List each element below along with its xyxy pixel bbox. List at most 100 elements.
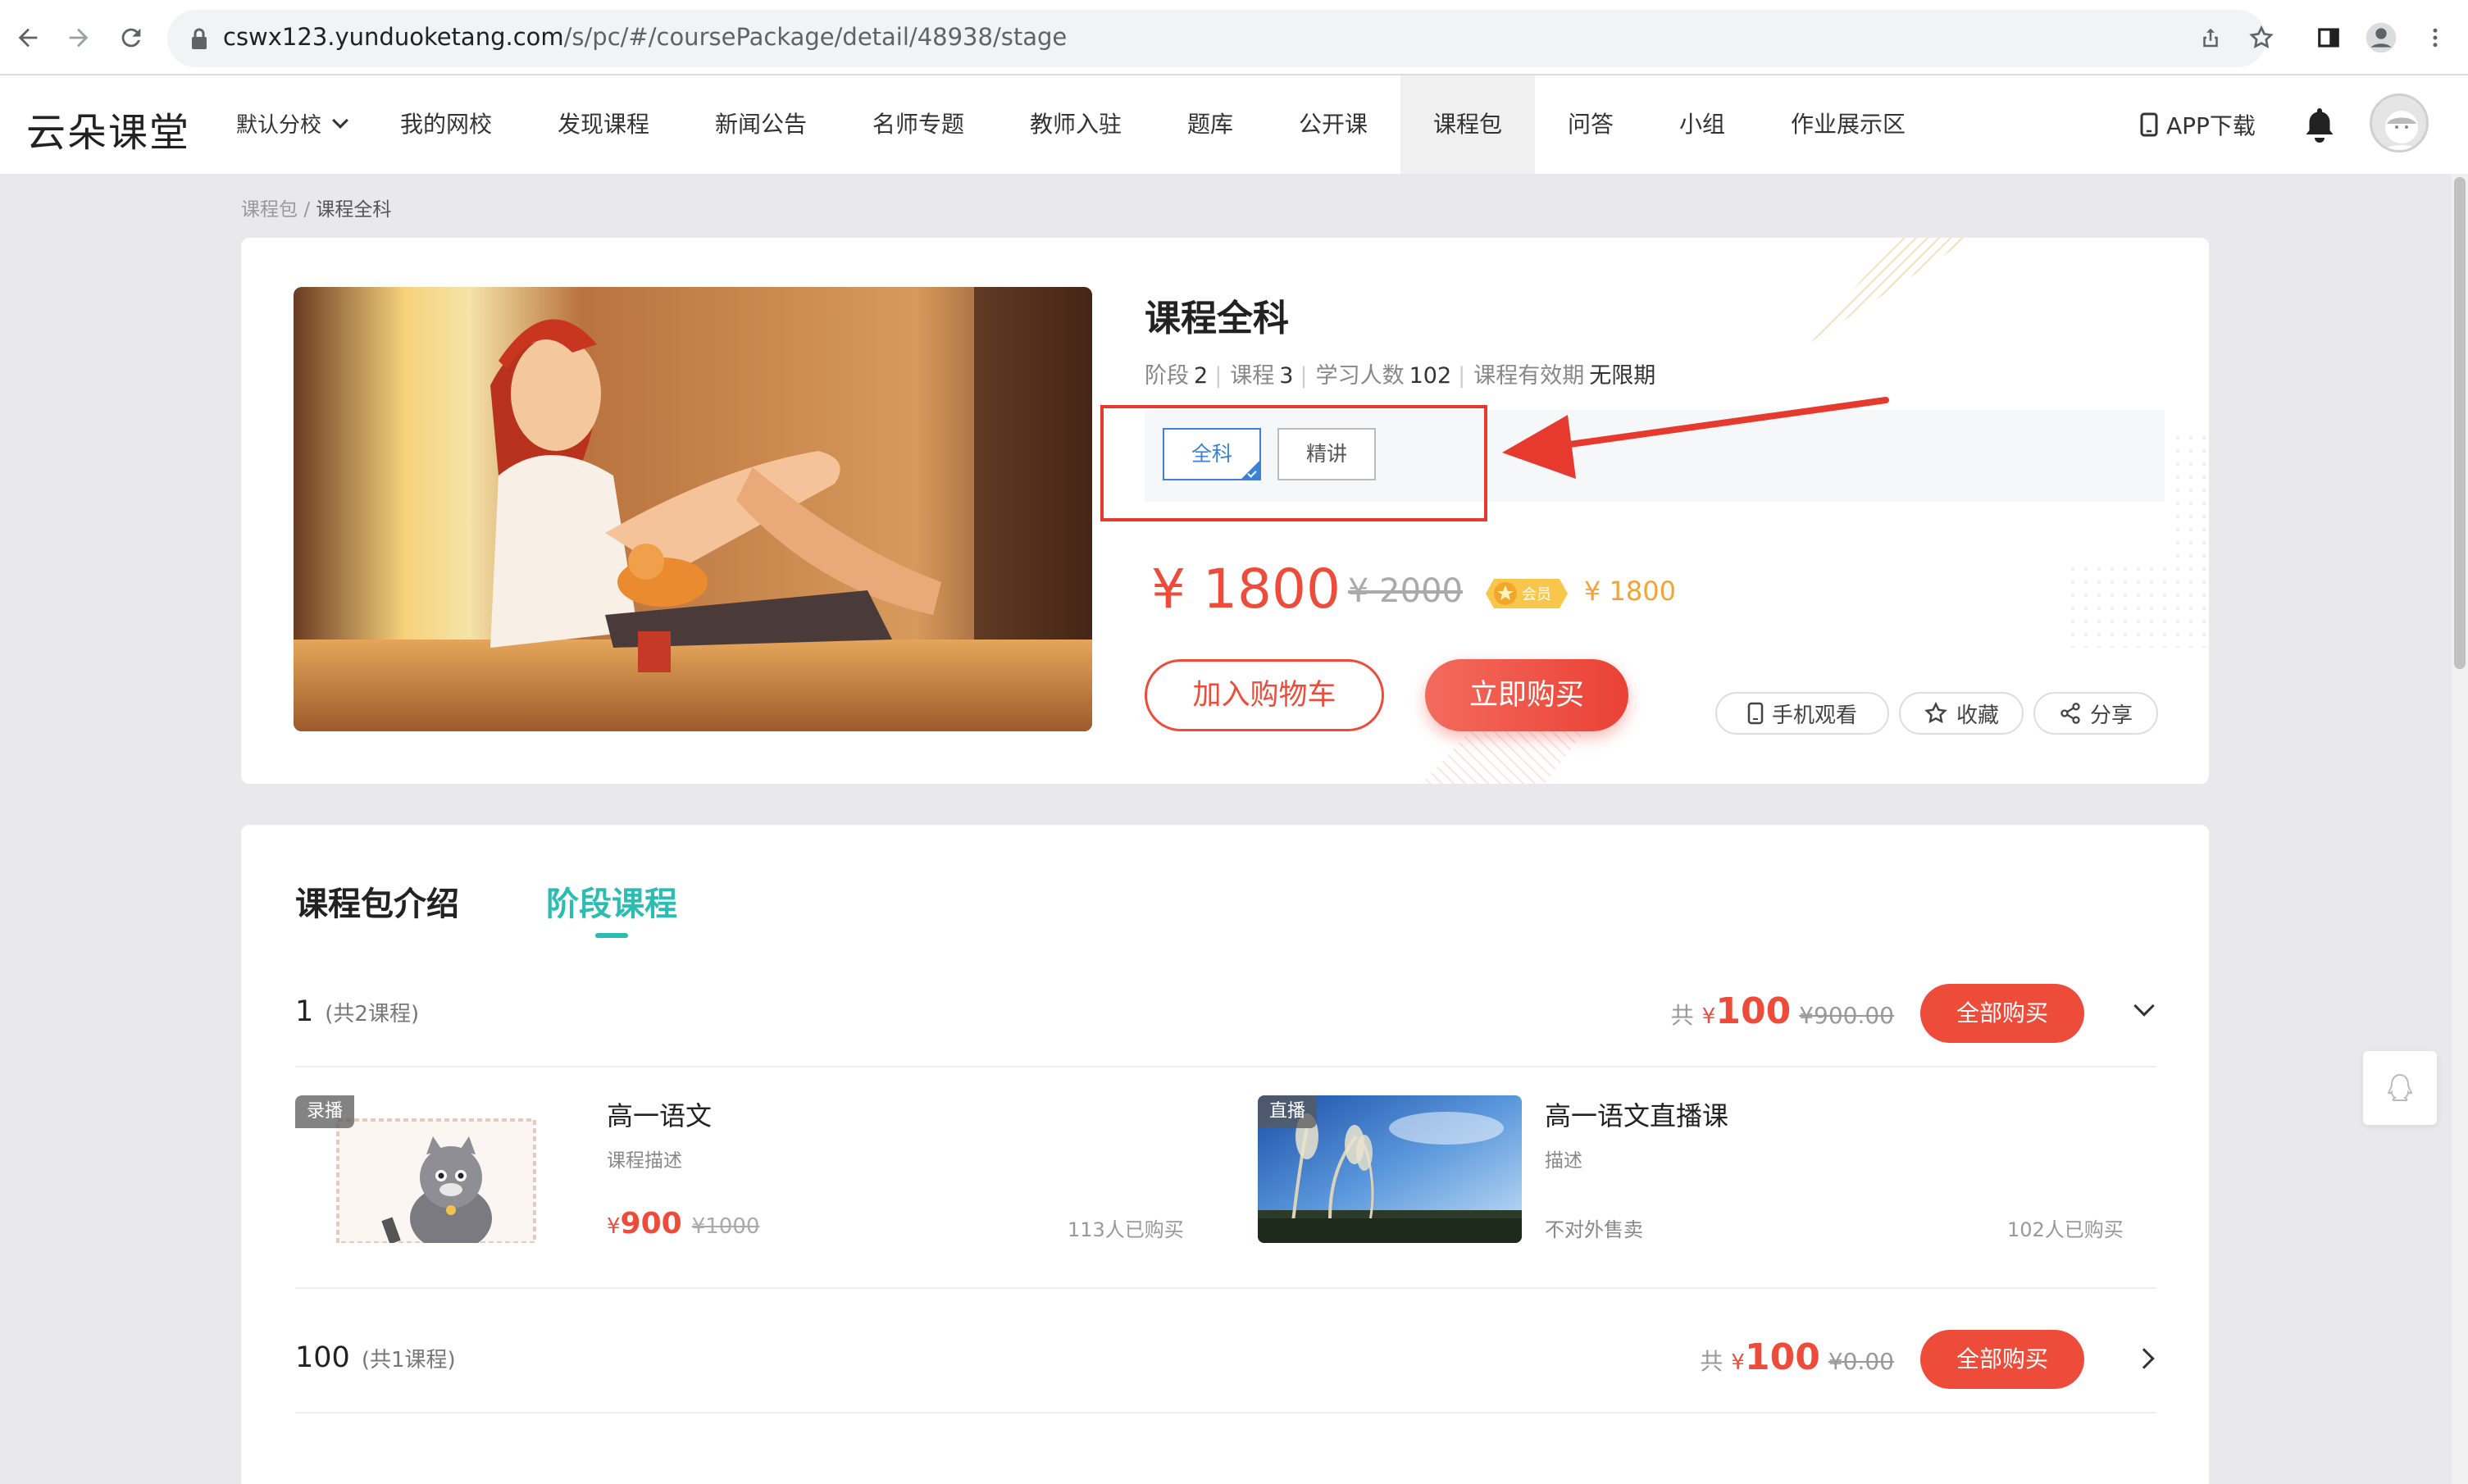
branch-selector[interactable]: 默认分校 [236, 108, 348, 139]
course-price: ¥900 ¥1000 [607, 1207, 759, 1240]
stage-course-count: (共1课程) [361, 1348, 456, 1372]
course-cover-image[interactable] [294, 287, 1092, 731]
star-outline-icon [1924, 701, 1947, 724]
stage-course-count: (共2课程) [325, 1002, 420, 1027]
stage-total-price: 共 ¥100 ¥900.00 [1671, 990, 1894, 1032]
buy-all-button[interactable]: 全部购买 [1920, 984, 2084, 1043]
page-scrollbar-thumb[interactable] [2454, 177, 2466, 669]
course-description: 描述 [1545, 1150, 1582, 1172]
chevron-down-icon [332, 112, 348, 129]
course-title[interactable]: 高一语文 [607, 1095, 712, 1133]
share-label: 分享 [2089, 703, 2133, 728]
meta-stage-value: 2 [1194, 363, 1209, 389]
total-old-value: ¥0.00 [1828, 1348, 1894, 1375]
forward-icon[interactable] [59, 18, 98, 57]
divider [295, 1287, 2156, 1289]
nav-item-group[interactable]: 小组 [1679, 75, 1725, 174]
tab-stage-courses[interactable]: 阶段课程 [546, 877, 677, 925]
total-prefix: 共 [1700, 1348, 1724, 1375]
total-value: 100 [1715, 990, 1792, 1032]
breadcrumb-parent[interactable]: 课程包 [241, 199, 298, 221]
nav-item-discover[interactable]: 发现课程 [558, 75, 649, 174]
buy-all-button[interactable]: 全部购买 [1920, 1330, 2084, 1389]
course-price: ¥ 1800 [1151, 558, 1341, 621]
meta-learners-value: 102 [1409, 363, 1452, 389]
stage-name: 1 (共2课程) [295, 995, 419, 1028]
course-thumbnail[interactable]: 直播 [1258, 1095, 1522, 1243]
profile-icon[interactable] [2361, 18, 2401, 57]
price-old: ¥1000 [691, 1214, 760, 1239]
stage-total-price: 共 ¥100 ¥0.00 [1700, 1336, 1894, 1378]
course-title[interactable]: 高一语文直播课 [1545, 1095, 1728, 1133]
sidepanel-icon[interactable] [2309, 18, 2348, 57]
total-currency: ¥ [1731, 1350, 1745, 1375]
course-thumbnail[interactable]: 录播 [295, 1095, 559, 1243]
meta-course-value: 3 [1279, 363, 1294, 389]
total-prefix: 共 [1670, 1002, 1694, 1029]
favorite-label: 收藏 [1956, 703, 1999, 728]
customer-service-button[interactable] [2363, 1051, 2437, 1125]
course-meta: 阶段 2 | 课程 3 | 学习人数 102 | 课程有效期 无限期 [1145, 357, 1662, 389]
purchase-count: 113人已购买 [1068, 1218, 1184, 1241]
course-title: 课程全科 [1145, 298, 1289, 339]
nav-item-famous-teachers[interactable]: 名师专题 [872, 75, 964, 174]
qq-penguin-icon [2387, 1073, 2413, 1101]
browser-toolbar: cswx123.yunduoketang.com/s/pc/#/coursePa… [0, 0, 2468, 75]
phone-icon [1747, 702, 1764, 725]
meta-sep: | [1214, 363, 1223, 389]
total-value: 100 [1744, 1336, 1820, 1378]
nav-item-course-package[interactable]: 课程包 [1400, 75, 1536, 174]
star-icon[interactable] [2242, 18, 2281, 57]
nav-item-homework[interactable]: 作业展示区 [1791, 75, 1906, 174]
thumb-tag-recorded: 录播 [295, 1095, 355, 1128]
meta-course-label: 课程 [1230, 363, 1275, 389]
member-badge-icon: 会员 [1486, 579, 1568, 608]
nav-item-news[interactable]: 新闻公告 [715, 75, 807, 174]
reload-icon[interactable] [112, 18, 151, 57]
favorite-button[interactable]: 收藏 [1899, 692, 2024, 735]
price-currency: ¥ [607, 1214, 621, 1239]
tab-package-intro[interactable]: 课程包介绍 [295, 877, 459, 925]
address-bar[interactable]: cswx123.yunduoketang.com/s/pc/#/coursePa… [167, 10, 2266, 67]
meta-sep: | [1300, 363, 1308, 389]
nav-item-open-class[interactable]: 公开课 [1299, 75, 1368, 174]
chevron-down-icon[interactable] [2133, 995, 2155, 1017]
meta-stage-label: 阶段 [1145, 363, 1189, 389]
share-icon[interactable] [2191, 18, 2230, 57]
phone-icon [2140, 112, 2158, 137]
stage-row-1[interactable]: 1 (共2课程) 共 ¥100 ¥900.00 全部购买 [295, 981, 2156, 1046]
nav-item-teacher-join[interactable]: 教师入驻 [1030, 75, 1122, 174]
meta-sep: | [1458, 363, 1466, 389]
url-text: cswx123.yunduoketang.com/s/pc/#/coursePa… [223, 23, 1068, 51]
course-description: 课程描述 [607, 1150, 682, 1172]
breadcrumb-current: 课程全科 [316, 199, 392, 221]
decor-stripes-bottom [1422, 730, 1586, 784]
mobile-watch-button[interactable]: 手机观看 [1715, 692, 1889, 735]
stage-courses-card: 课程包介绍 阶段课程 1 (共2课程) 共 ¥100 ¥900.00 全部购买 录播 [241, 825, 2209, 1484]
nav-item-question-bank[interactable]: 题库 [1187, 75, 1233, 174]
mobile-watch-label: 手机观看 [1771, 703, 1857, 728]
breadcrumb-sep: / [303, 199, 311, 221]
chevron-right-icon[interactable] [2133, 1348, 2155, 1369]
avatar[interactable] [2370, 93, 2429, 152]
lock-icon [192, 28, 207, 49]
add-to-cart-button[interactable]: 加入购物车 [1145, 659, 1384, 731]
price-value: 900 [620, 1207, 682, 1240]
annotation-highlight-box [1100, 405, 1487, 521]
nav-item-my-school[interactable]: 我的网校 [400, 75, 492, 174]
back-icon[interactable] [8, 18, 48, 57]
course-info-card: 课程全科 阶段 2 | 课程 3 | 学习人数 102 | 课程有效期 无限期 全科 精讲 ¥ 18… [241, 238, 2209, 784]
share-button[interactable]: 分享 [2033, 692, 2158, 735]
app-download[interactable]: APP下载 [2140, 108, 2256, 141]
stage-row-2[interactable]: 100 (共1课程) 共 ¥100 ¥0.00 全部购买 [295, 1327, 2156, 1392]
bell-icon[interactable] [2301, 105, 2338, 146]
meta-validity-value: 无限期 [1589, 363, 1656, 389]
buy-now-button[interactable]: 立即购买 [1425, 659, 1628, 731]
site-header: 云朵课堂 默认分校 我的网校 发现课程 新闻公告 名师专题 教师入驻 题库 公开… [0, 75, 2468, 174]
nav-item-qa[interactable]: 问答 [1568, 75, 1614, 174]
member-badge-label: 会员 [1522, 586, 1551, 603]
total-currency: ¥ [1701, 1004, 1716, 1029]
site-logo[interactable]: 云朵课堂 [26, 100, 190, 157]
menu-icon[interactable] [2416, 18, 2455, 57]
total-old-value: ¥900.00 [1799, 1002, 1894, 1029]
